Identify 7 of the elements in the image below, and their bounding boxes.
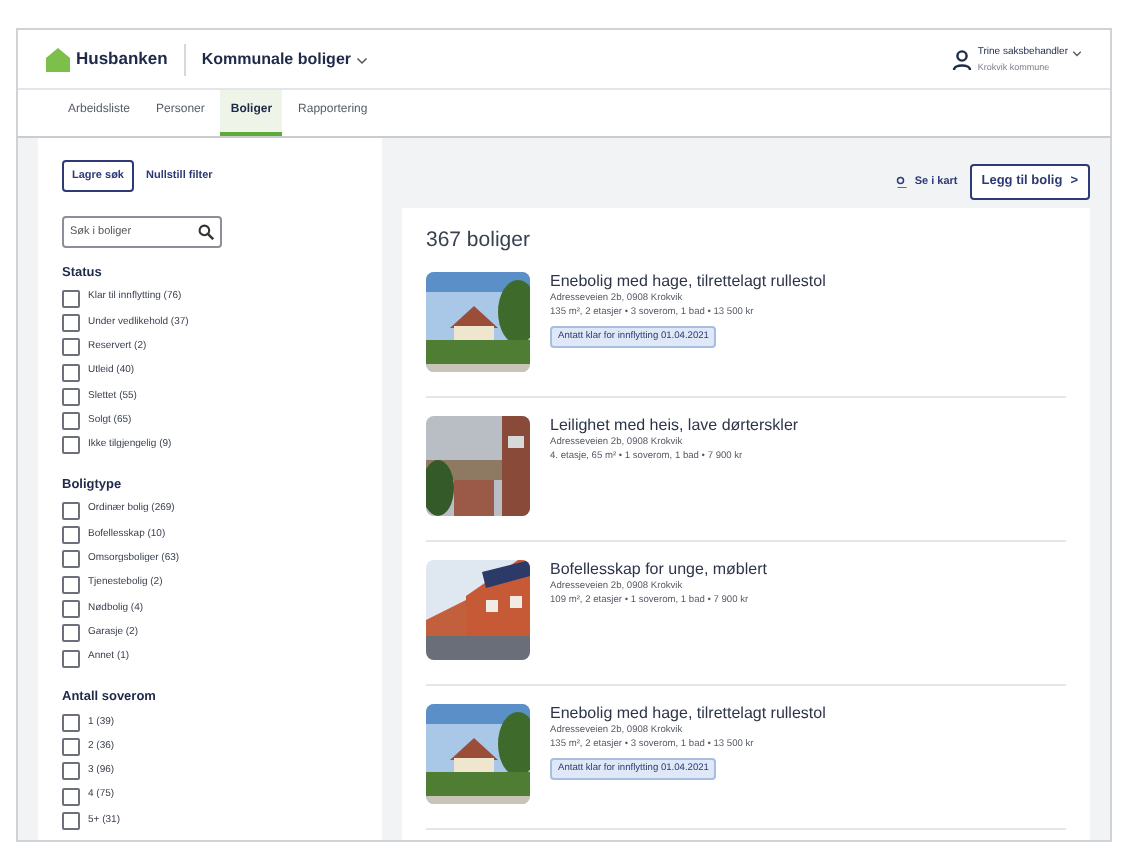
listing-title[interactable]: Enebolig med hage, tilrettelagt rullestol: [550, 272, 826, 292]
listing-title[interactable]: Bofellesskap for unge, møblert: [550, 560, 767, 580]
listing-title[interactable]: Enebolig med hage, tilrettelagt rullestol: [550, 704, 826, 724]
logo-text: Husbanken: [76, 46, 168, 72]
module-dropdown[interactable]: Kommunale boliger: [201, 47, 368, 71]
listing-title[interactable]: Leilighet med heis, lave dørterskler: [550, 416, 799, 436]
results-count: 367 boliger: [426, 226, 532, 254]
